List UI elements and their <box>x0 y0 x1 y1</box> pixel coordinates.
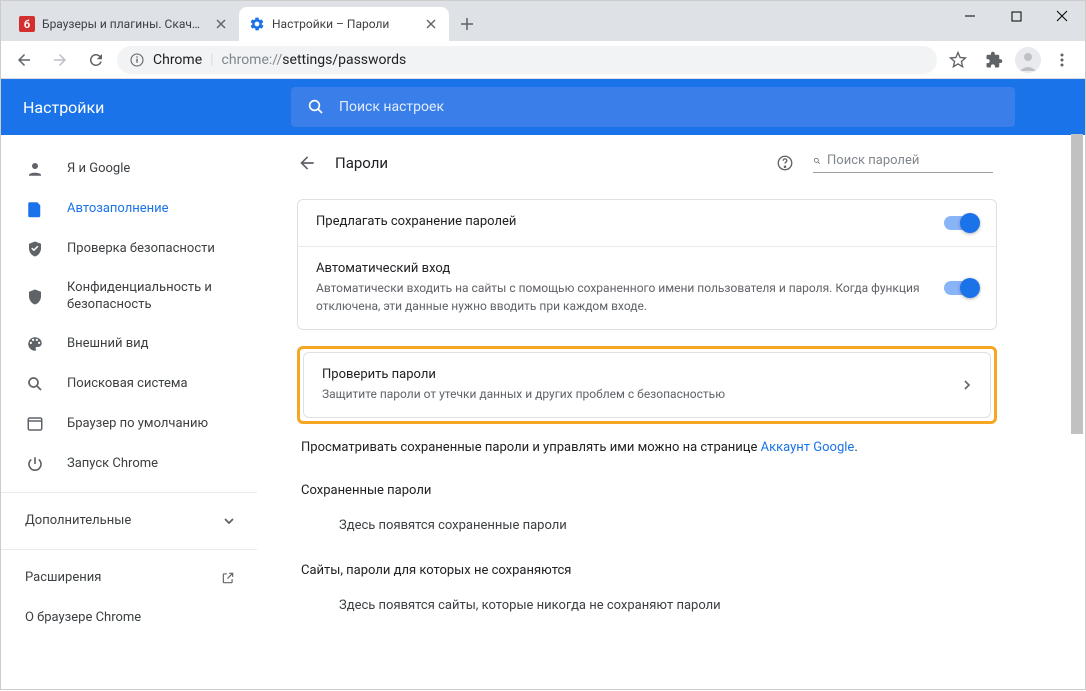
check-passwords-row[interactable]: Проверить пароли Защитите пароли от утеч… <box>304 353 990 417</box>
row-title: Автоматический вход <box>316 261 926 276</box>
page-header: Пароли <box>297 153 997 183</box>
search-icon <box>25 375 45 393</box>
password-search[interactable] <box>813 153 993 173</box>
chrome-menu-button[interactable] <box>1047 45 1077 75</box>
sidebar-item-label: Поисковая система <box>67 376 188 393</box>
chevron-down-icon <box>223 515 235 527</box>
manage-passwords-text: Просматривать сохраненные пароли и управ… <box>301 440 993 455</box>
row-title: Предлагать сохранение паролей <box>316 214 926 229</box>
window-close-button[interactable] <box>1039 1 1085 31</box>
chevron-right-icon <box>962 380 972 390</box>
row-subtitle: Автоматически входить на сайты с помощью… <box>316 279 926 315</box>
scrollbar-thumb[interactable] <box>1071 134 1083 434</box>
tab-title: Настройки – Пароли <box>272 17 416 31</box>
omnibox[interactable]: Chrome | chrome://settings/passwords <box>117 46 937 74</box>
back-button[interactable] <box>9 45 39 75</box>
url-text: chrome://settings/passwords <box>222 52 407 68</box>
site-info-icon[interactable] <box>129 52 145 68</box>
tab-title: Браузеры и плагины. Скачать б <box>42 17 206 31</box>
url-scheme-label: Chrome <box>153 52 202 68</box>
close-icon[interactable] <box>213 16 229 32</box>
search-icon <box>307 98 325 116</box>
search-icon <box>813 154 821 168</box>
settings-icon <box>249 16 265 32</box>
sidebar-item-label: Браузер по умолчанию <box>67 416 208 433</box>
never-saved-empty: Здесь появятся сайты, которые никогда не… <box>339 598 993 613</box>
sidebar-item-label: Я и Google <box>67 161 130 178</box>
settings-sidebar: Я и Google Автозаполнение Проверка безоп… <box>1 135 257 691</box>
minimize-button[interactable] <box>947 1 993 31</box>
never-saved-heading: Сайты, пароли для которых не сохраняются <box>301 563 993 578</box>
reload-button[interactable] <box>81 45 111 75</box>
row-subtitle: Защитите пароли от утечки данных и други… <box>322 385 950 403</box>
content-area: Я и Google Автозаполнение Проверка безоп… <box>1 135 1085 691</box>
close-icon[interactable] <box>423 16 439 32</box>
divider <box>1 549 257 550</box>
help-icon[interactable] <box>775 153 795 173</box>
browser-tab-0[interactable]: б Браузеры и плагины. Скачать б <box>9 7 239 41</box>
settings-header: Настройки <box>1 79 1085 135</box>
sidebar-item-appearance[interactable]: Внешний вид <box>1 324 257 364</box>
sidebar-item-advanced[interactable]: Дополнительные <box>1 501 257 541</box>
shield-icon <box>25 288 45 306</box>
profile-avatar[interactable] <box>1015 47 1041 73</box>
window-controls <box>947 1 1085 31</box>
saved-passwords-empty: Здесь появятся сохраненные пароли <box>339 518 993 533</box>
vertical-scrollbar[interactable] <box>1069 134 1085 689</box>
svg-text:б: б <box>24 18 30 31</box>
page-title: Пароли <box>335 154 757 172</box>
sidebar-item-default-browser[interactable]: Браузер по умолчанию <box>1 404 257 444</box>
sidebar-item-label: Проверка безопасности <box>67 241 215 258</box>
palette-icon <box>25 335 45 353</box>
sidebar-item-label: Автозаполнение <box>67 201 169 218</box>
browser-tab-1[interactable]: Настройки – Пароли <box>239 7 449 41</box>
sidebar-item-label: Расширения <box>25 570 101 587</box>
favicon-icon: б <box>19 16 35 32</box>
maximize-button[interactable] <box>993 1 1039 31</box>
autofill-icon <box>25 200 45 218</box>
shield-check-icon <box>25 240 45 258</box>
sidebar-item-privacy[interactable]: Конфиденциальность и безопасность <box>1 269 257 324</box>
new-tab-button[interactable] <box>453 10 481 38</box>
settings-card: Предлагать сохранение паролей Автоматиче… <box>297 199 997 330</box>
sidebar-item-you-and-google[interactable]: Я и Google <box>1 149 257 189</box>
settings-title: Настройки <box>1 98 291 117</box>
auto-signin-row: Автоматический вход Автоматически входит… <box>298 247 996 329</box>
power-icon <box>25 455 45 473</box>
sidebar-item-label: Конфиденциальность и безопасность <box>67 280 257 314</box>
sidebar-item-label: Дополнительные <box>25 513 131 530</box>
sidebar-item-label: О браузере Chrome <box>25 610 141 627</box>
settings-search-input[interactable] <box>339 99 999 115</box>
highlighted-frame: Проверить пароли Защитите пароли от утеч… <box>297 346 997 424</box>
forward-button[interactable] <box>45 45 75 75</box>
external-link-icon <box>221 571 235 585</box>
sidebar-item-autofill[interactable]: Автозаполнение <box>1 189 257 229</box>
google-account-link[interactable]: Аккаунт Google <box>761 440 855 455</box>
row-title: Проверить пароли <box>322 367 950 382</box>
sidebar-item-about[interactable]: О браузере Chrome <box>1 598 257 638</box>
sidebar-item-label: Внешний вид <box>67 336 149 353</box>
offer-save-toggle[interactable] <box>944 216 978 230</box>
settings-search[interactable] <box>291 87 1015 127</box>
address-bar: Chrome | chrome://settings/passwords <box>1 41 1085 79</box>
saved-passwords-heading: Сохраненные пароли <box>301 483 993 498</box>
window-titlebar: б Браузеры и плагины. Скачать б Настройк… <box>1 1 1085 41</box>
sidebar-item-label: Запуск Chrome <box>67 456 158 473</box>
auto-signin-toggle[interactable] <box>944 281 978 295</box>
tab-strip: б Браузеры и плагины. Скачать б Настройк… <box>1 7 947 41</box>
sidebar-item-safety-check[interactable]: Проверка безопасности <box>1 229 257 269</box>
offer-save-row: Предлагать сохранение паролей <box>298 200 996 247</box>
main-panel: Пароли Предлагать сохранение паролей Авт… <box>257 135 1085 691</box>
extensions-button[interactable] <box>979 45 1009 75</box>
bookmark-button[interactable] <box>943 45 973 75</box>
person-icon <box>25 160 45 178</box>
sidebar-item-on-startup[interactable]: Запуск Chrome <box>1 444 257 484</box>
back-arrow-button[interactable] <box>297 153 317 173</box>
divider <box>1 492 257 493</box>
browser-icon <box>25 415 45 433</box>
sidebar-item-search-engine[interactable]: Поисковая система <box>1 364 257 404</box>
sidebar-item-extensions[interactable]: Расширения <box>1 558 257 598</box>
password-search-input[interactable] <box>827 153 993 168</box>
